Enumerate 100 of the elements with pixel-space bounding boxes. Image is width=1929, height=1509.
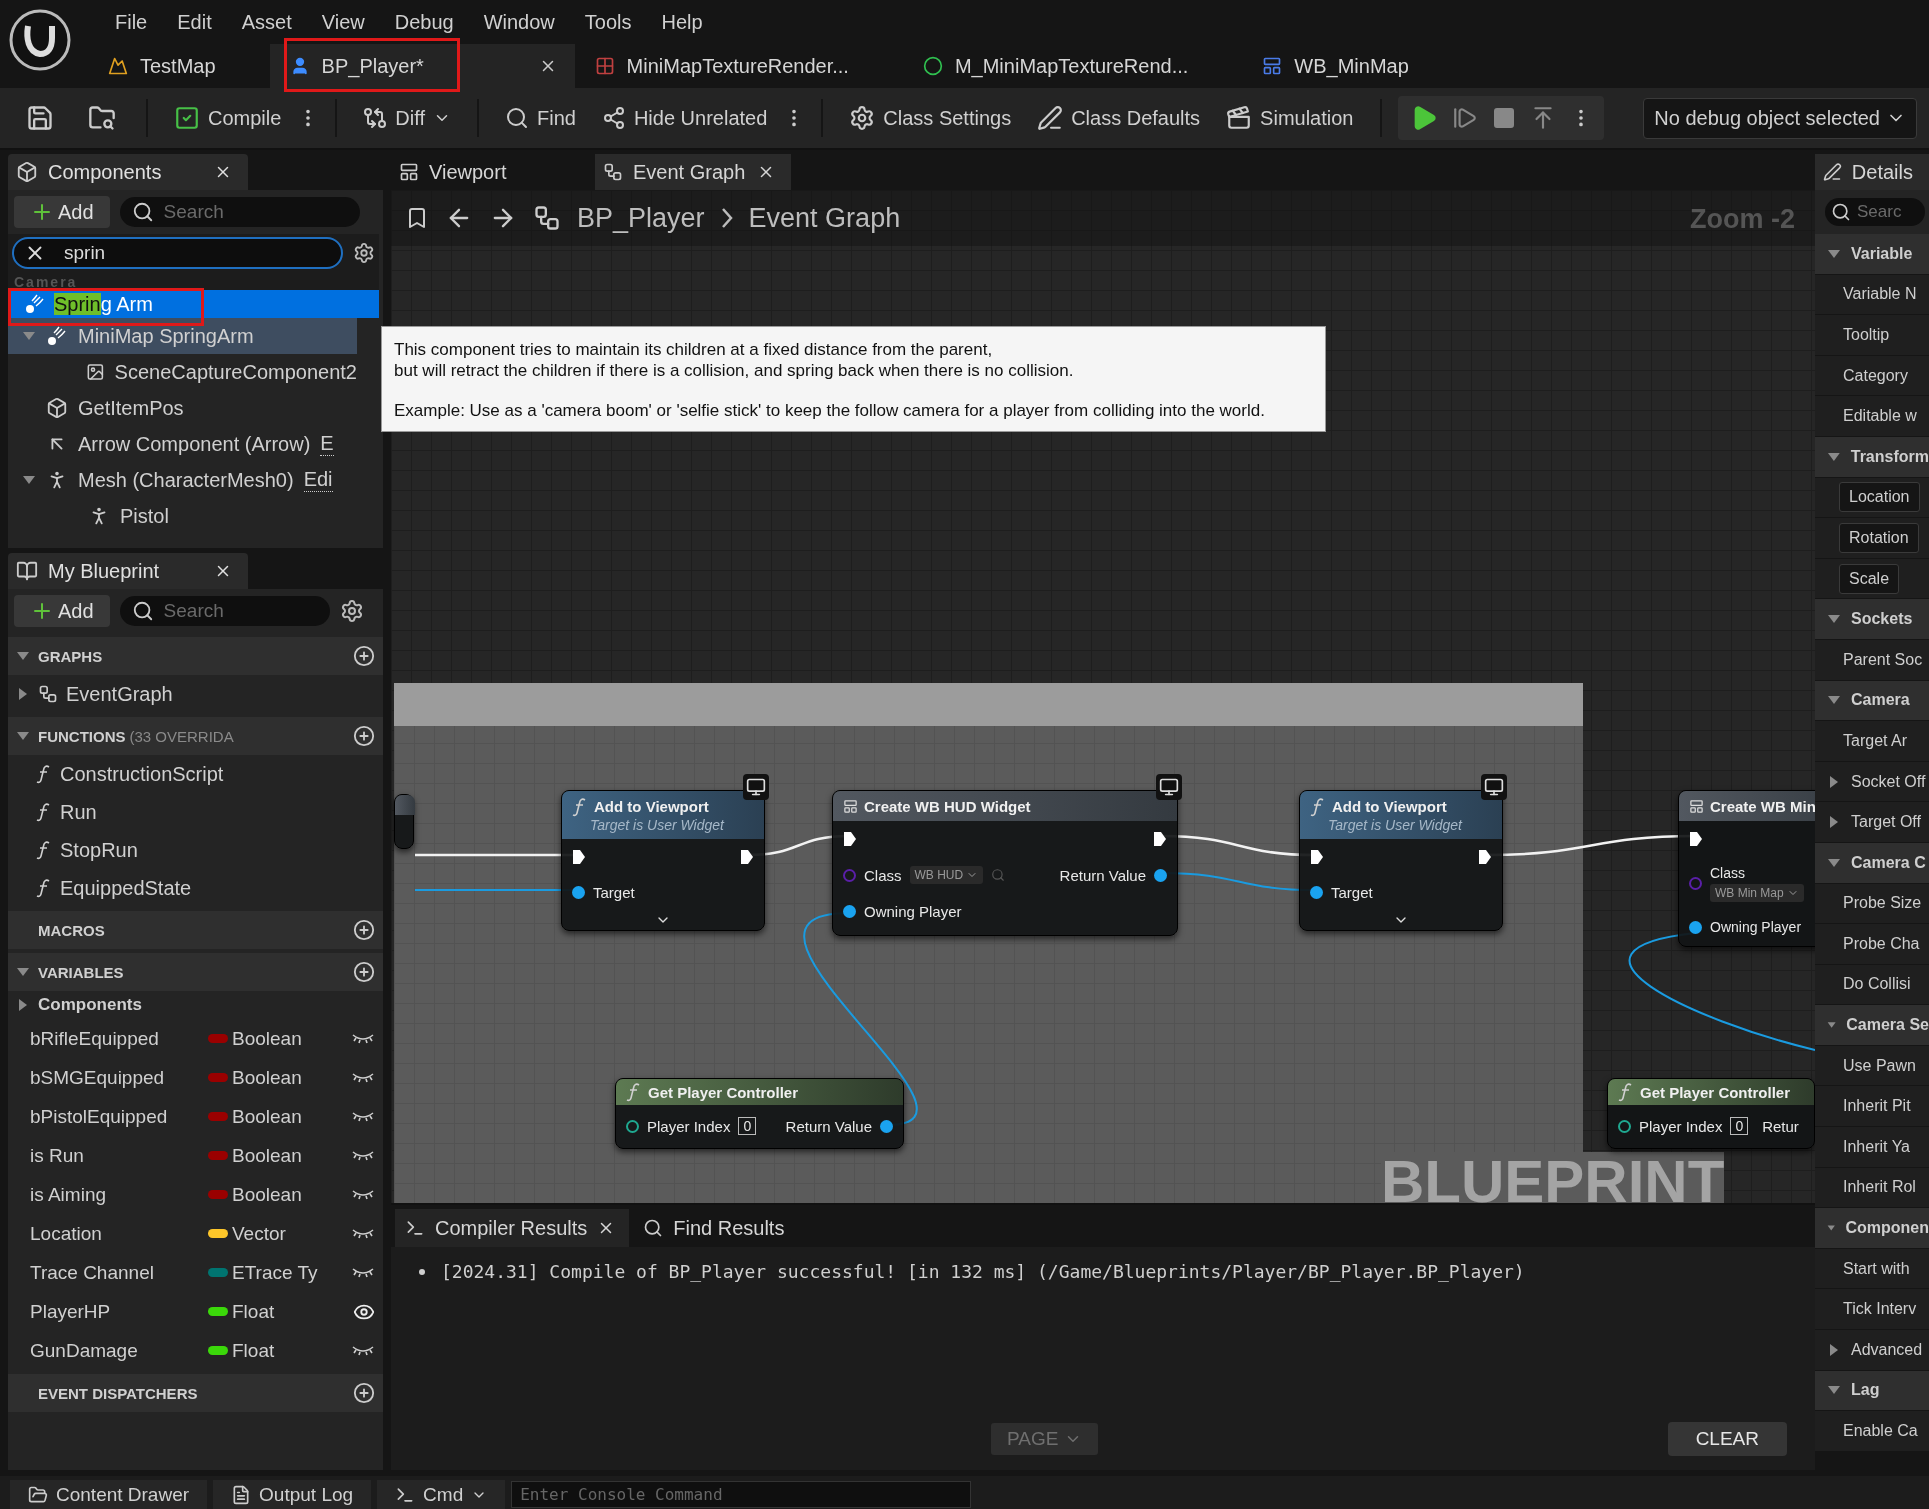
exec-out-pin[interactable] <box>1153 831 1167 847</box>
closed-eye-icon[interactable] <box>351 1070 375 1085</box>
search-field[interactable]: Search <box>119 596 330 626</box>
add-icon[interactable] <box>353 645 375 667</box>
find-button[interactable]: Find <box>495 98 586 138</box>
index-field[interactable]: 0 <box>738 1117 757 1135</box>
section-title[interactable]: Lag <box>1851 1381 1880 1400</box>
closed-eye-icon[interactable] <box>351 1265 375 1280</box>
tree-item[interactable]: Mesh (CharacterMesh0) Edi <box>8 462 357 498</box>
menu-item[interactable]: Debug <box>379 10 469 34</box>
pin[interactable] <box>1310 885 1323 899</box>
logo-icon[interactable] <box>8 8 72 72</box>
graph-item[interactable]: EventGraph <box>66 682 173 706</box>
category-item[interactable]: Components <box>38 995 142 1015</box>
variable-type[interactable]: Boolean <box>232 1144 322 1167</box>
document-tab[interactable]: MiniMapTextureRender... <box>574 44 867 88</box>
console-input[interactable]: Enter Console Command <box>511 1481 972 1508</box>
add-icon[interactable] <box>353 961 375 983</box>
variable-name[interactable]: PlayerHP <box>30 1300 208 1323</box>
search-field[interactable]: Search <box>119 197 360 227</box>
add-button[interactable]: Add <box>14 595 110 627</box>
section-header[interactable]: GRAPHS <box>8 637 383 675</box>
debug-object-dropdown[interactable]: No debug object selected <box>1643 97 1917 139</box>
graph-node[interactable]: Add to Viewport Target is User Widget Target <box>561 790 765 931</box>
add-icon[interactable] <box>353 1382 375 1404</box>
function-item[interactable]: Run <box>60 800 97 824</box>
section-header[interactable]: VARIABLES <box>8 953 383 991</box>
compile-button[interactable]: Compile <box>164 97 292 139</box>
filter-field[interactable]: sprin <box>12 237 343 269</box>
class-dropdown[interactable]: WB HUD <box>909 866 984 884</box>
graph-node[interactable]: Create WB Min Class WB Min Map Owning Player <box>1678 790 1815 947</box>
menu-item[interactable]: File <box>100 10 163 34</box>
exec-in-pin[interactable] <box>1310 848 1324 865</box>
pin[interactable] <box>880 1119 893 1133</box>
variable-name[interactable]: is Run <box>30 1144 208 1167</box>
function-item[interactable]: ConstructionScript <box>60 762 224 786</box>
menu-item[interactable]: Asset <box>226 10 307 34</box>
document-tab[interactable]: TestMap <box>88 44 234 88</box>
class-settings-button[interactable]: Class Settings <box>839 97 1022 139</box>
breadcrumb-link[interactable]: Event Graph <box>748 202 901 234</box>
add-button[interactable]: Add <box>14 196 110 228</box>
variable-name[interactable]: Trace Channel <box>30 1261 208 1284</box>
search-field[interactable]: Searc <box>1825 198 1925 226</box>
edit-link[interactable]: Edi <box>303 468 333 492</box>
graph-node[interactable]: Create WB HUD Widget Class WB HUD Return Value Owning Player <box>832 790 1178 936</box>
tree-item[interactable]: MiniMap SpringArm <box>8 318 357 354</box>
panel-tab[interactable]: My Blueprint <box>8 553 248 589</box>
graph-node[interactable]: Add to Viewport Target is User Widget Target <box>1299 790 1503 931</box>
settings-icon[interactable] <box>339 599 364 623</box>
graph-node[interactable]: Get Player Controller Player Index 0 Return Value <box>615 1078 904 1149</box>
menu-item[interactable]: View <box>306 10 380 34</box>
variable-type[interactable]: Vector <box>232 1222 322 1245</box>
closed-eye-icon[interactable] <box>351 1031 375 1046</box>
closed-eye-icon[interactable] <box>351 1148 375 1163</box>
pin[interactable] <box>1154 868 1167 882</box>
panel-tab[interactable]: Components <box>8 154 248 190</box>
browse-icon[interactable] <box>88 104 116 132</box>
variable-name[interactable]: bPistolEquipped <box>30 1105 208 1128</box>
transform-mode-button[interactable]: Location <box>1839 482 1920 513</box>
exec-in-pin[interactable] <box>843 831 857 847</box>
menu-item[interactable]: Tools <box>569 10 647 34</box>
pin[interactable] <box>626 1119 639 1133</box>
breadcrumb-link[interactable]: BP_Player <box>577 202 705 234</box>
add-icon[interactable] <box>353 919 375 941</box>
variable-type[interactable]: Boolean <box>232 1183 322 1206</box>
clear-button[interactable]: CLEAR <box>1667 1422 1787 1456</box>
diff-button[interactable]: Diff <box>353 98 461 138</box>
variable-name[interactable]: bRifleEquipped <box>30 1027 208 1050</box>
closed-eye-icon[interactable] <box>351 1343 375 1358</box>
cmd-dropdown[interactable]: Cmd <box>377 1480 506 1509</box>
hide-unrelated-button[interactable]: Hide Unrelated <box>591 98 778 138</box>
class-defaults-button[interactable]: Class Defaults <box>1027 97 1211 139</box>
exec-in-pin[interactable] <box>1689 831 1703 847</box>
variable-type[interactable]: Float <box>232 1300 322 1323</box>
closed-eye-icon[interactable] <box>351 1109 375 1124</box>
function-item[interactable]: StopRun <box>60 838 138 862</box>
variable-name[interactable]: Location <box>30 1222 208 1245</box>
simulation-button[interactable]: Simulation <box>1216 97 1364 139</box>
variable-type[interactable]: Float <box>232 1339 322 1362</box>
editor-tab[interactable]: Viewport <box>391 154 581 190</box>
results-tab[interactable]: Find Results <box>633 1209 799 1247</box>
tree-item[interactable]: GetItemPos <box>8 390 357 426</box>
content-drawer-button[interactable]: Content Drawer <box>10 1480 208 1509</box>
exec-out-pin[interactable] <box>1478 848 1492 865</box>
section-header[interactable]: FUNCTIONS (33 OVERRIDA <box>8 717 383 755</box>
output-log-button[interactable]: Output Log <box>213 1480 372 1509</box>
tree-item[interactable]: Pistol <box>8 498 357 534</box>
settings-icon[interactable] <box>353 242 375 264</box>
editor-tab[interactable]: Event Graph <box>595 154 791 190</box>
menu-item[interactable]: Window <box>468 10 570 34</box>
variable-name[interactable]: bSMGEquipped <box>30 1066 208 1089</box>
add-icon[interactable] <box>353 725 375 747</box>
exec-out-pin[interactable] <box>740 848 754 865</box>
edit-link[interactable]: E <box>320 432 334 456</box>
function-item[interactable]: EquippedState <box>60 876 192 900</box>
panel-tab[interactable]: Details <box>1815 154 1929 190</box>
stop-icon[interactable] <box>1491 106 1516 130</box>
tree-item[interactable]: SceneCaptureComponent2 <box>8 354 357 390</box>
step-icon[interactable] <box>1451 105 1478 131</box>
document-tab[interactable]: WB_MinMap <box>1242 44 1427 88</box>
